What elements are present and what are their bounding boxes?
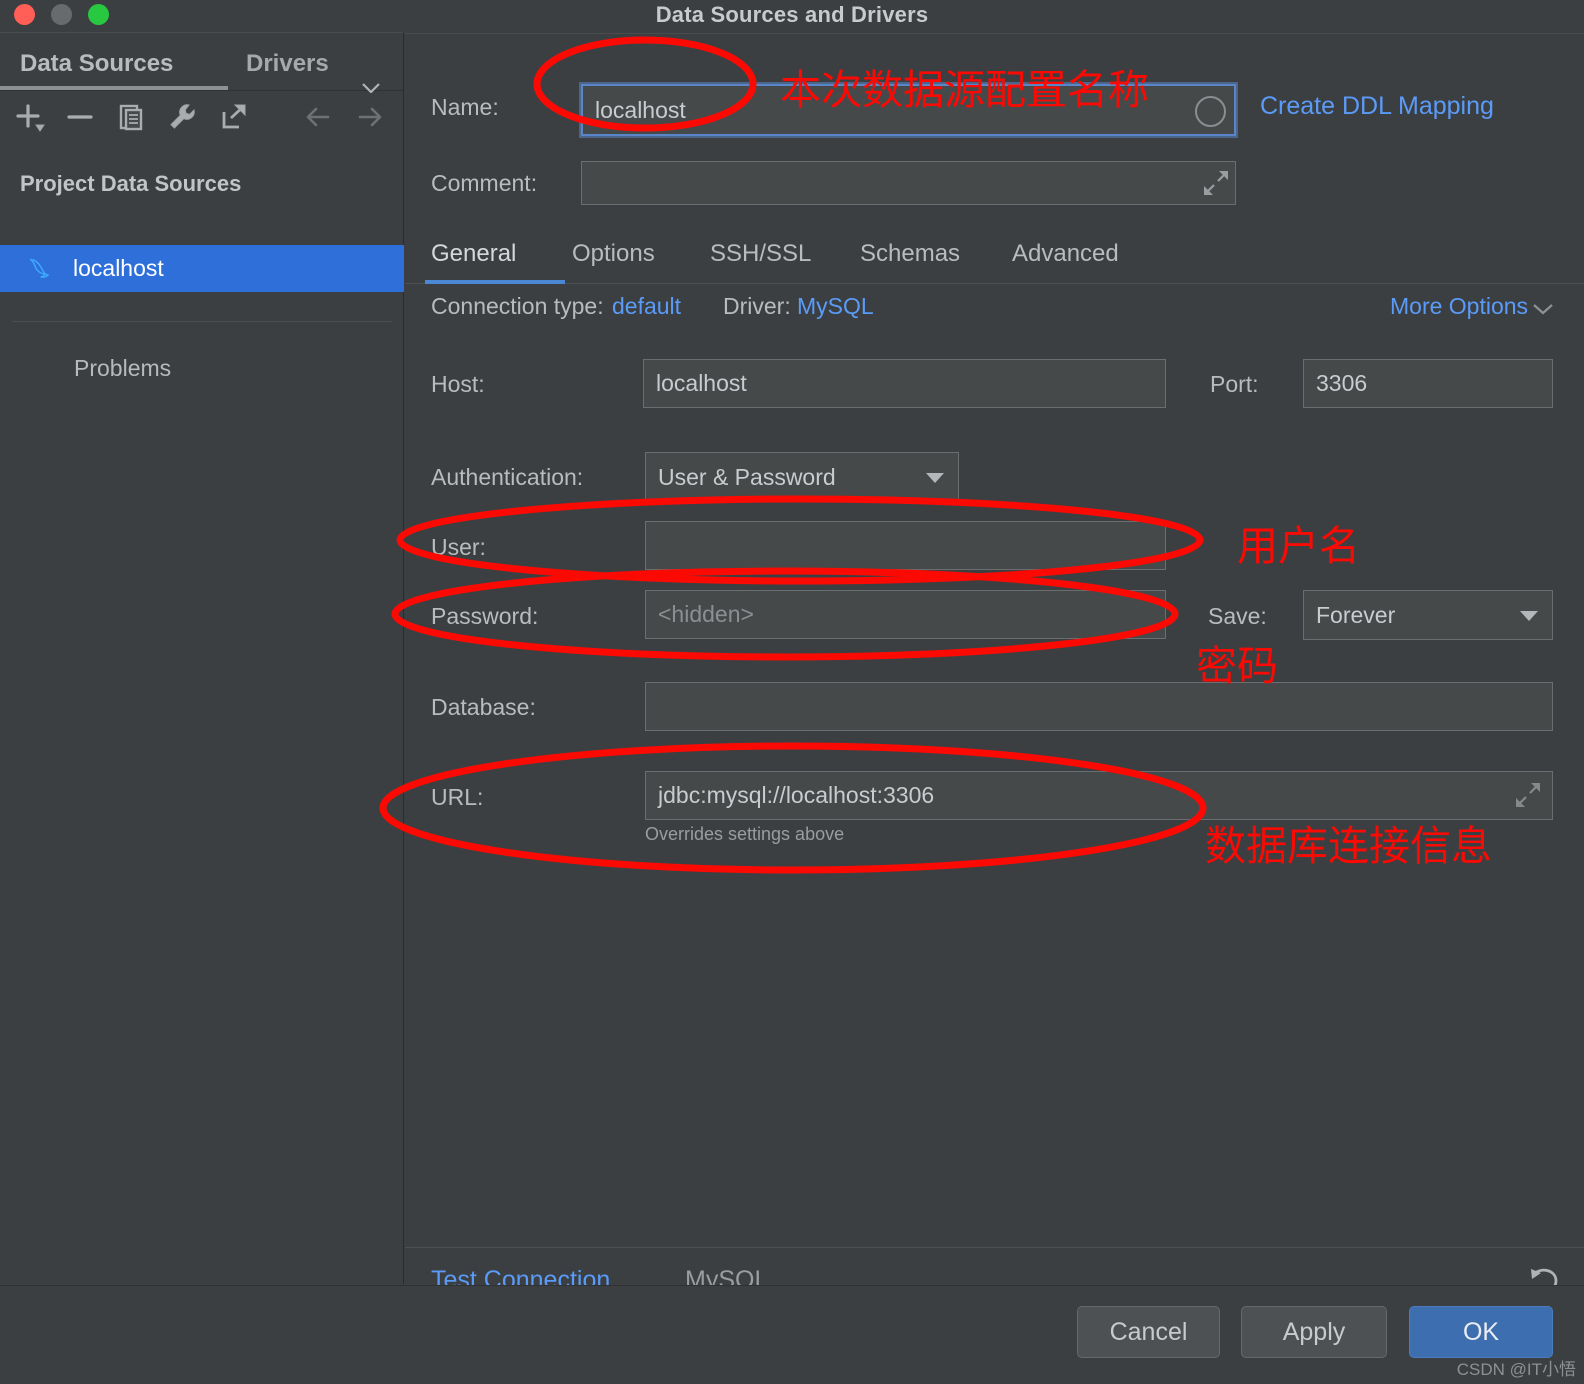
sidebar-section-title: Project Data Sources [20,171,242,196]
password-input[interactable]: <hidden> [645,590,1166,639]
sidebar-tab-drivers[interactable]: Drivers [246,33,329,90]
connection-type-label: Connection type: [431,293,604,319]
name-label: Name: [431,94,499,120]
settings-tabstrip: General Options SSH/SSL Schemas Advanced [405,225,1584,284]
tab-options[interactable]: Options [572,225,655,283]
url-input-value: jdbc:mysql://localhost:3306 [658,782,935,808]
tab-general[interactable]: General [431,225,516,283]
save-select-value: Forever [1316,601,1396,628]
expand-diagonal-icon[interactable] [1203,170,1229,196]
tab-ssh-ssl[interactable]: SSH/SSL [710,225,811,283]
url-label: URL: [431,784,484,810]
sidebar-item-label: localhost [73,255,164,281]
chevron-down-icon [1520,611,1538,621]
authentication-select[interactable]: User & Password [645,452,959,502]
chevron-down-icon [926,473,944,483]
forward-arrow-icon[interactable] [352,99,388,135]
tab-active-underline [425,280,565,284]
host-input[interactable]: localhost [643,359,1166,408]
sidebar-tab-data-sources[interactable]: Data Sources [20,33,173,90]
save-select[interactable]: Forever [1303,590,1553,640]
ok-button[interactable]: OK [1409,1306,1553,1358]
cancel-button[interactable]: Cancel [1077,1306,1220,1358]
name-input-value: localhost [595,96,686,123]
back-arrow-icon[interactable] [300,99,336,135]
watermark: CSDN @IT小悟 [1456,1360,1576,1379]
remove-icon[interactable] [62,99,98,135]
tab-advanced[interactable]: Advanced [1012,225,1119,283]
sidebar-item-localhost[interactable]: localhost [0,245,404,292]
user-input[interactable] [645,521,1166,570]
add-icon[interactable] [12,99,48,135]
progress-circle-icon [1195,96,1226,127]
mysql-dolphin-icon [29,257,49,278]
sidebar-divider [12,321,392,322]
annotation-label-name: 本次数据源配置名称 [780,66,1149,114]
properties-wrench-icon[interactable] [164,99,200,135]
password-input-placeholder: <hidden> [658,601,754,627]
comment-input[interactable] [581,161,1236,205]
chevron-down-icon[interactable] [1533,304,1553,315]
port-input-value: 3306 [1316,370,1368,396]
copy-icon[interactable] [113,99,149,135]
password-label: Password: [431,603,539,629]
url-hint: Overrides settings above [645,824,845,844]
expand-diagonal-icon[interactable] [1515,782,1541,808]
dialog-window: Data Sources and Drivers Data Sources Dr… [0,0,1584,1384]
tab-schemas[interactable]: Schemas [860,225,960,283]
authentication-label: Authentication: [431,464,584,490]
create-ddl-mapping-link[interactable]: Create DDL Mapping [1260,92,1494,121]
database-input[interactable] [645,682,1553,731]
main-panel: Name: localhost Create DDL Mapping Comme… [405,33,1584,1319]
dialog-button-bar: Cancel Apply OK CSDN @IT小悟 [0,1285,1584,1384]
sidebar-toolbar [0,91,404,145]
sidebar: Data Sources Drivers Project Data Source… [0,32,404,1382]
jump-to-editor-icon[interactable] [215,99,251,135]
sidebar-item-problems[interactable]: Problems [74,355,171,382]
more-options-link[interactable]: More Options [1390,293,1528,320]
annotation-label-url: 数据库连接信息 [1205,822,1492,870]
window-titlebar: Data Sources and Drivers [0,0,1584,32]
connection-type-value[interactable]: default [612,293,681,320]
sidebar-tab-active-underline [0,86,228,90]
window-title: Data Sources and Drivers [655,2,929,27]
driver-value[interactable]: MySQL [797,293,874,320]
sidebar-tabstrip: Data Sources Drivers [0,33,404,93]
authentication-select-value: User & Password [658,463,836,490]
apply-button[interactable]: Apply [1241,1306,1387,1358]
port-input[interactable]: 3306 [1303,359,1553,408]
host-label: Host: [431,371,485,397]
port-label: Port: [1210,371,1259,397]
user-label: User: [431,534,486,560]
database-label: Database: [431,694,536,720]
comment-label: Comment: [431,170,538,196]
driver-label: Driver: [723,293,791,319]
save-label: Save: [1208,603,1267,629]
annotation-label-user: 用户名 [1237,522,1360,570]
annotation-label-password: 密码 [1196,642,1278,690]
host-input-value: localhost [656,370,747,396]
